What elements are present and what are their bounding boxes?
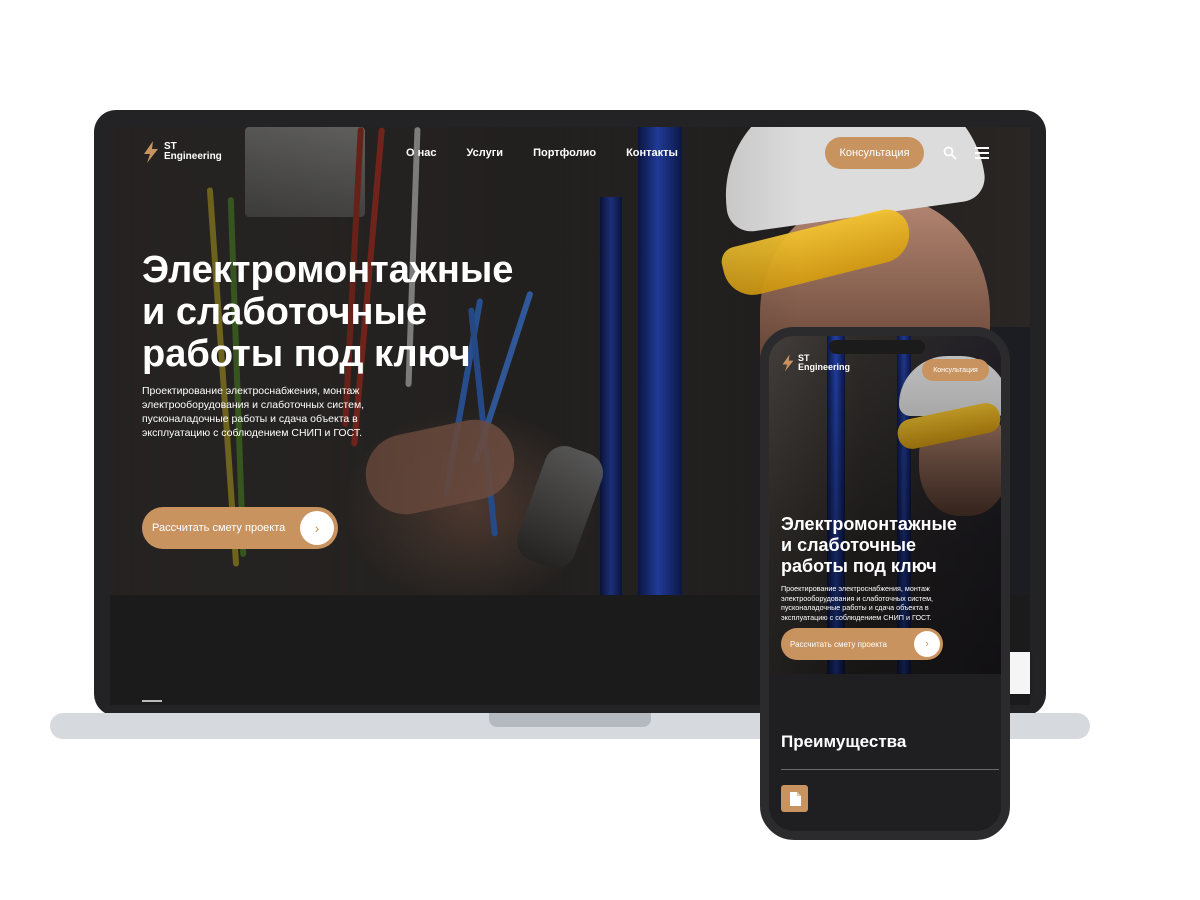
mobile-hero-description-line: Проектирование электроснабжения, монтаж bbox=[781, 584, 930, 593]
hero-title-line: Электромонтажные bbox=[142, 249, 514, 291]
hero-description: Проектирование электроснабжения, монтаж … bbox=[142, 384, 392, 440]
nav-item-contacts[interactable]: Контакты bbox=[626, 147, 678, 159]
logo-line2: Engineering bbox=[164, 151, 222, 162]
logo-text: ST Engineering bbox=[164, 142, 222, 162]
laptop-notch bbox=[489, 713, 651, 727]
advantages-heading: Преимущества bbox=[781, 732, 907, 751]
mobile-hero-title-line: работы под ключ bbox=[781, 556, 937, 576]
hero-description-line: эксплуатацию с соблюдением СНИП и ГОСТ. bbox=[142, 427, 362, 439]
calculate-estimate-label: Рассчитать смету проекта bbox=[152, 522, 286, 534]
mobile-hero-overlay bbox=[769, 336, 1001, 674]
mobile-consultation-button[interactable]: Консультация bbox=[922, 359, 989, 381]
arrow-right-icon: › bbox=[300, 511, 334, 545]
mobile-logo[interactable]: ST Engineering bbox=[781, 354, 850, 372]
hero-description-line: пусконаладочные работы и сдача объекта в bbox=[142, 413, 358, 425]
consultation-button[interactable]: Консультация bbox=[825, 137, 924, 169]
nav-item-portfolio[interactable]: Портфолио bbox=[533, 147, 596, 159]
mobile-calculate-estimate-label: Рассчитать смету проекта bbox=[790, 639, 887, 649]
mobile-hero-title: Электромонтажные и слаботочные работы по… bbox=[781, 514, 996, 577]
mobile-hero-description-line: пусконаладочные работы и сдача объекта в bbox=[781, 603, 929, 612]
hero-title-line: и слаботочные bbox=[142, 291, 428, 333]
nav-item-services[interactable]: Услуги bbox=[467, 147, 504, 159]
menu-icon[interactable] bbox=[975, 147, 989, 159]
mobile-hero-title-line: Электромонтажные bbox=[781, 514, 957, 534]
mobile-hero-description: Проектирование электроснабжения, монтаж … bbox=[781, 584, 981, 622]
mobile-hero-image bbox=[769, 336, 1001, 674]
mobile-hero-description-line: электрооборудования и слаботочных систем… bbox=[781, 593, 934, 603]
logo-text: ST Engineering bbox=[798, 354, 850, 372]
main-nav: О нас Услуги Портфолио Контакты bbox=[406, 147, 678, 159]
lightning-bolt-icon bbox=[782, 354, 794, 372]
logo-line2: Engineering bbox=[798, 362, 851, 372]
mobile-hero-description-line: эксплуатацию с соблюдением СНИП и ГОСТ. bbox=[781, 612, 932, 622]
mobile-calculate-estimate-button[interactable]: Рассчитать смету проекта › bbox=[781, 628, 943, 660]
calculate-estimate-button[interactable]: Рассчитать смету проекта › bbox=[142, 507, 338, 549]
phone-notch bbox=[829, 340, 925, 354]
logo[interactable]: ST Engineering bbox=[142, 141, 222, 163]
hero-description-line: Проектирование электроснабжения, монтаж bbox=[142, 385, 360, 397]
hero-title-line: работы под ключ bbox=[142, 333, 471, 375]
mobile-screen: ST Engineering Консультация Электромонта… bbox=[760, 327, 1010, 840]
nav-item-about[interactable]: О нас bbox=[406, 147, 437, 159]
slider-indicator[interactable] bbox=[142, 700, 162, 702]
lightning-bolt-icon bbox=[144, 141, 158, 163]
hero-description-line: электрооборудования и слаботочных систем… bbox=[142, 399, 365, 411]
search-icon[interactable] bbox=[943, 146, 957, 160]
mobile-hero-title-line: и слаботочные bbox=[781, 535, 917, 555]
arrow-right-icon: › bbox=[914, 631, 940, 657]
document-icon-glyph bbox=[789, 791, 801, 806]
section-divider bbox=[781, 769, 999, 770]
document-icon bbox=[781, 785, 808, 812]
hero-title: Электромонтажные и слаботочные работы по… bbox=[142, 249, 582, 375]
